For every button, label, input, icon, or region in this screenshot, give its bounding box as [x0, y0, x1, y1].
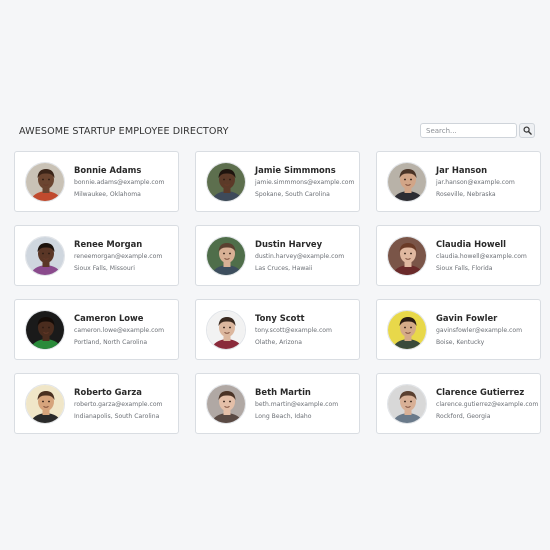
avatar — [206, 235, 246, 276]
search-input[interactable] — [420, 123, 517, 138]
employee-info: Bonnie Adams bonnie.adams@example.com Milw… — [74, 165, 164, 198]
employee-location: Rockford, Georgia — [436, 413, 491, 420]
employee-info: Roberto Garza roberto.garza@example.com In… — [74, 387, 162, 420]
employee-name: Jar Hanson — [436, 165, 488, 175]
employee-location: Olathe, Arizona — [255, 339, 302, 346]
employee-location: Milwaukee, Oklahoma — [74, 191, 141, 198]
employee-info: Tony Scott tony.scott@example.com Olathe, … — [255, 313, 332, 346]
avatar — [387, 161, 427, 202]
avatar — [387, 383, 427, 424]
employee-email: reneemorgan@example.com — [74, 253, 163, 260]
employee-card[interactable]: Tony Scott tony.scott@example.com Olathe, … — [195, 299, 360, 360]
employee-name: Jamie Simmmons — [255, 165, 336, 175]
employee-card[interactable]: Roberto Garza roberto.garza@example.com In… — [14, 373, 179, 434]
employee-info: Gavin Fowler gavinsfowler@example.com Bois… — [436, 313, 522, 346]
employee-card[interactable]: Bonnie Adams bonnie.adams@example.com Milw… — [14, 151, 179, 212]
avatar — [387, 235, 427, 276]
employee-info: Jamie Simmmons jamie.simmmons@example.com… — [255, 165, 354, 198]
avatar — [25, 235, 65, 276]
employee-email: tony.scott@example.com — [255, 327, 332, 334]
employee-info: Claudia Howell claudia.howell@example.com… — [436, 239, 527, 272]
magnifier-icon — [522, 126, 532, 135]
employee-name: Dustin Harvey — [255, 239, 323, 249]
search-form — [420, 123, 535, 138]
avatar — [25, 161, 65, 202]
employee-card[interactable]: Clarence Gutierrez clarence.gutierrez@exa… — [376, 373, 541, 434]
employee-email: gavinsfowler@example.com — [436, 327, 523, 334]
employee-location: Las Cruces, Hawaii — [255, 265, 313, 272]
avatar — [387, 309, 427, 350]
avatar — [206, 161, 246, 202]
employee-location: Roseville, Nebraska — [436, 191, 496, 198]
employee-card[interactable]: Cameron Lowe cameron.lowe@example.com Port… — [14, 299, 179, 360]
employee-card[interactable]: Beth Martin beth.martin@example.com Long B… — [195, 373, 360, 434]
employee-name: Tony Scott — [255, 313, 305, 323]
employee-info: Dustin Harvey dustin.harvey@example.com La… — [255, 239, 344, 272]
avatar — [206, 309, 246, 350]
employee-info: Clarence Gutierrez clarence.gutierrez@exa… — [436, 387, 538, 420]
employee-location: Sioux Falls, Missouri — [74, 265, 135, 272]
employee-location: Long Beach, Idaho — [255, 413, 312, 420]
employee-name: Clarence Gutierrez — [436, 387, 525, 397]
employee-email: beth.martin@example.com — [255, 401, 339, 408]
employee-email: clarence.gutierrez@example.com — [436, 401, 539, 408]
employee-email: jar.hanson@example.com — [436, 179, 515, 186]
employee-email: cameron.lowe@example.com — [74, 327, 165, 334]
employee-info: Beth Martin beth.martin@example.com Long B… — [255, 387, 338, 420]
employee-name: Beth Martin — [255, 387, 311, 397]
page-title: AWESOME STARTUP EMPLOYEE DIRECTORY — [19, 126, 229, 137]
employee-location: Spokane, South Carolina — [255, 191, 330, 198]
employee-name: Claudia Howell — [436, 239, 506, 249]
employee-card[interactable]: Dustin Harvey dustin.harvey@example.com La… — [195, 225, 360, 286]
employee-card[interactable]: Claudia Howell claudia.howell@example.com… — [376, 225, 541, 286]
employee-location: Boise, Kentucky — [436, 339, 485, 346]
employee-info: Jar Hanson jar.hanson@example.com Rosevill… — [436, 165, 515, 198]
employee-card[interactable]: Gavin Fowler gavinsfowler@example.com Bois… — [376, 299, 541, 360]
employee-name: Roberto Garza — [74, 387, 142, 397]
employee-email: roberto.garza@example.com — [74, 401, 163, 408]
employee-card[interactable]: Jar Hanson jar.hanson@example.com Rosevill… — [376, 151, 541, 212]
employee-email: jamie.simmmons@example.com — [255, 179, 355, 186]
avatar — [206, 383, 246, 424]
avatar — [25, 309, 65, 350]
employee-name: Bonnie Adams — [74, 165, 142, 175]
employee-name: Renee Morgan — [74, 239, 143, 249]
employee-location: Sioux Falls, Florida — [436, 265, 493, 272]
employee-info: Cameron Lowe cameron.lowe@example.com Port… — [74, 313, 164, 346]
employee-email: bonnie.adams@example.com — [74, 179, 165, 186]
employee-name: Cameron Lowe — [74, 313, 144, 323]
employee-card[interactable]: Jamie Simmmons jamie.simmmons@example.com… — [195, 151, 360, 212]
employee-info: Renee Morgan reneemorgan@example.com Sioux… — [74, 239, 162, 272]
employee-email: claudia.howell@example.com — [436, 253, 527, 260]
avatar — [25, 383, 65, 424]
search-button[interactable] — [519, 123, 535, 138]
employee-card[interactable]: Renee Morgan reneemorgan@example.com Sioux… — [14, 225, 179, 286]
employee-grid: Bonnie Adams bonnie.adams@example.com Milw… — [14, 151, 541, 434]
directory-page: AWESOME STARTUP EMPLOYEE DIRECTORY Bonni… — [0, 0, 550, 550]
employee-name: Gavin Fowler — [436, 313, 498, 323]
employee-email: dustin.harvey@example.com — [255, 253, 345, 260]
employee-location: Indianapolis, South Carolina — [74, 413, 160, 420]
employee-location: Portland, North Carolina — [74, 339, 148, 346]
